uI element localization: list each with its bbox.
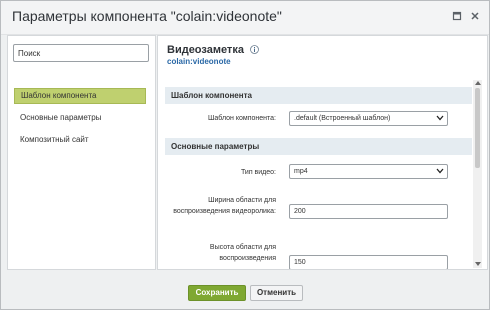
chevron-down-icon [436, 115, 444, 121]
dialog-title: Параметры компонента "colain:videonote" [12, 8, 282, 24]
field-label-height: Высота области для воспроизведения [209, 244, 276, 262]
sidebar-item-composite-site[interactable]: Композитный сайт [14, 132, 146, 148]
sidebar-item-basic-params[interactable]: Основные параметры [14, 110, 146, 126]
expand-icon[interactable] [452, 11, 462, 21]
field-label-video-type: Тип видео: [240, 169, 276, 176]
titlebar: Параметры компонента "colain:videonote" [1, 1, 489, 35]
search-input[interactable] [13, 44, 149, 62]
sidebar-item-template[interactable]: Шаблон компонента [14, 88, 146, 104]
info-icon[interactable] [250, 45, 259, 54]
template-select-value: .default (Встроенный шаблон) [294, 115, 391, 122]
chevron-down-icon [436, 168, 444, 174]
video-type-select[interactable]: mp4 [289, 164, 448, 179]
height-input[interactable]: 150 [289, 255, 448, 269]
component-code: colain:videonote [167, 57, 231, 66]
width-input[interactable]: 200 [289, 204, 448, 219]
sidebar: Шаблон компонента Основные параметры Ком… [7, 35, 156, 270]
field-label-template: Шаблон компонента: [208, 115, 276, 122]
component-params-dialog: Параметры компонента "colain:videonote" … [0, 0, 490, 310]
field-label-width: Ширина области для воспроизведения видео… [173, 197, 276, 215]
component-title: Видеозаметка [167, 44, 244, 56]
cancel-button[interactable]: Отменить [250, 285, 303, 301]
close-icon[interactable] [470, 11, 480, 21]
section-header-basic: Основные параметры [165, 138, 472, 155]
main-panel: Видеозаметка colain:videonote Шаблон ком… [157, 35, 488, 270]
scroll-up-icon[interactable] [475, 81, 481, 85]
video-type-value: mp4 [294, 168, 308, 175]
section-header-template: Шаблон компонента [165, 87, 472, 104]
scroll-down-icon[interactable] [475, 262, 481, 266]
save-button[interactable]: Сохранить [188, 285, 246, 301]
scrollbar-thumb[interactable] [475, 88, 480, 168]
template-select[interactable]: .default (Встроенный шаблон) [289, 111, 448, 126]
